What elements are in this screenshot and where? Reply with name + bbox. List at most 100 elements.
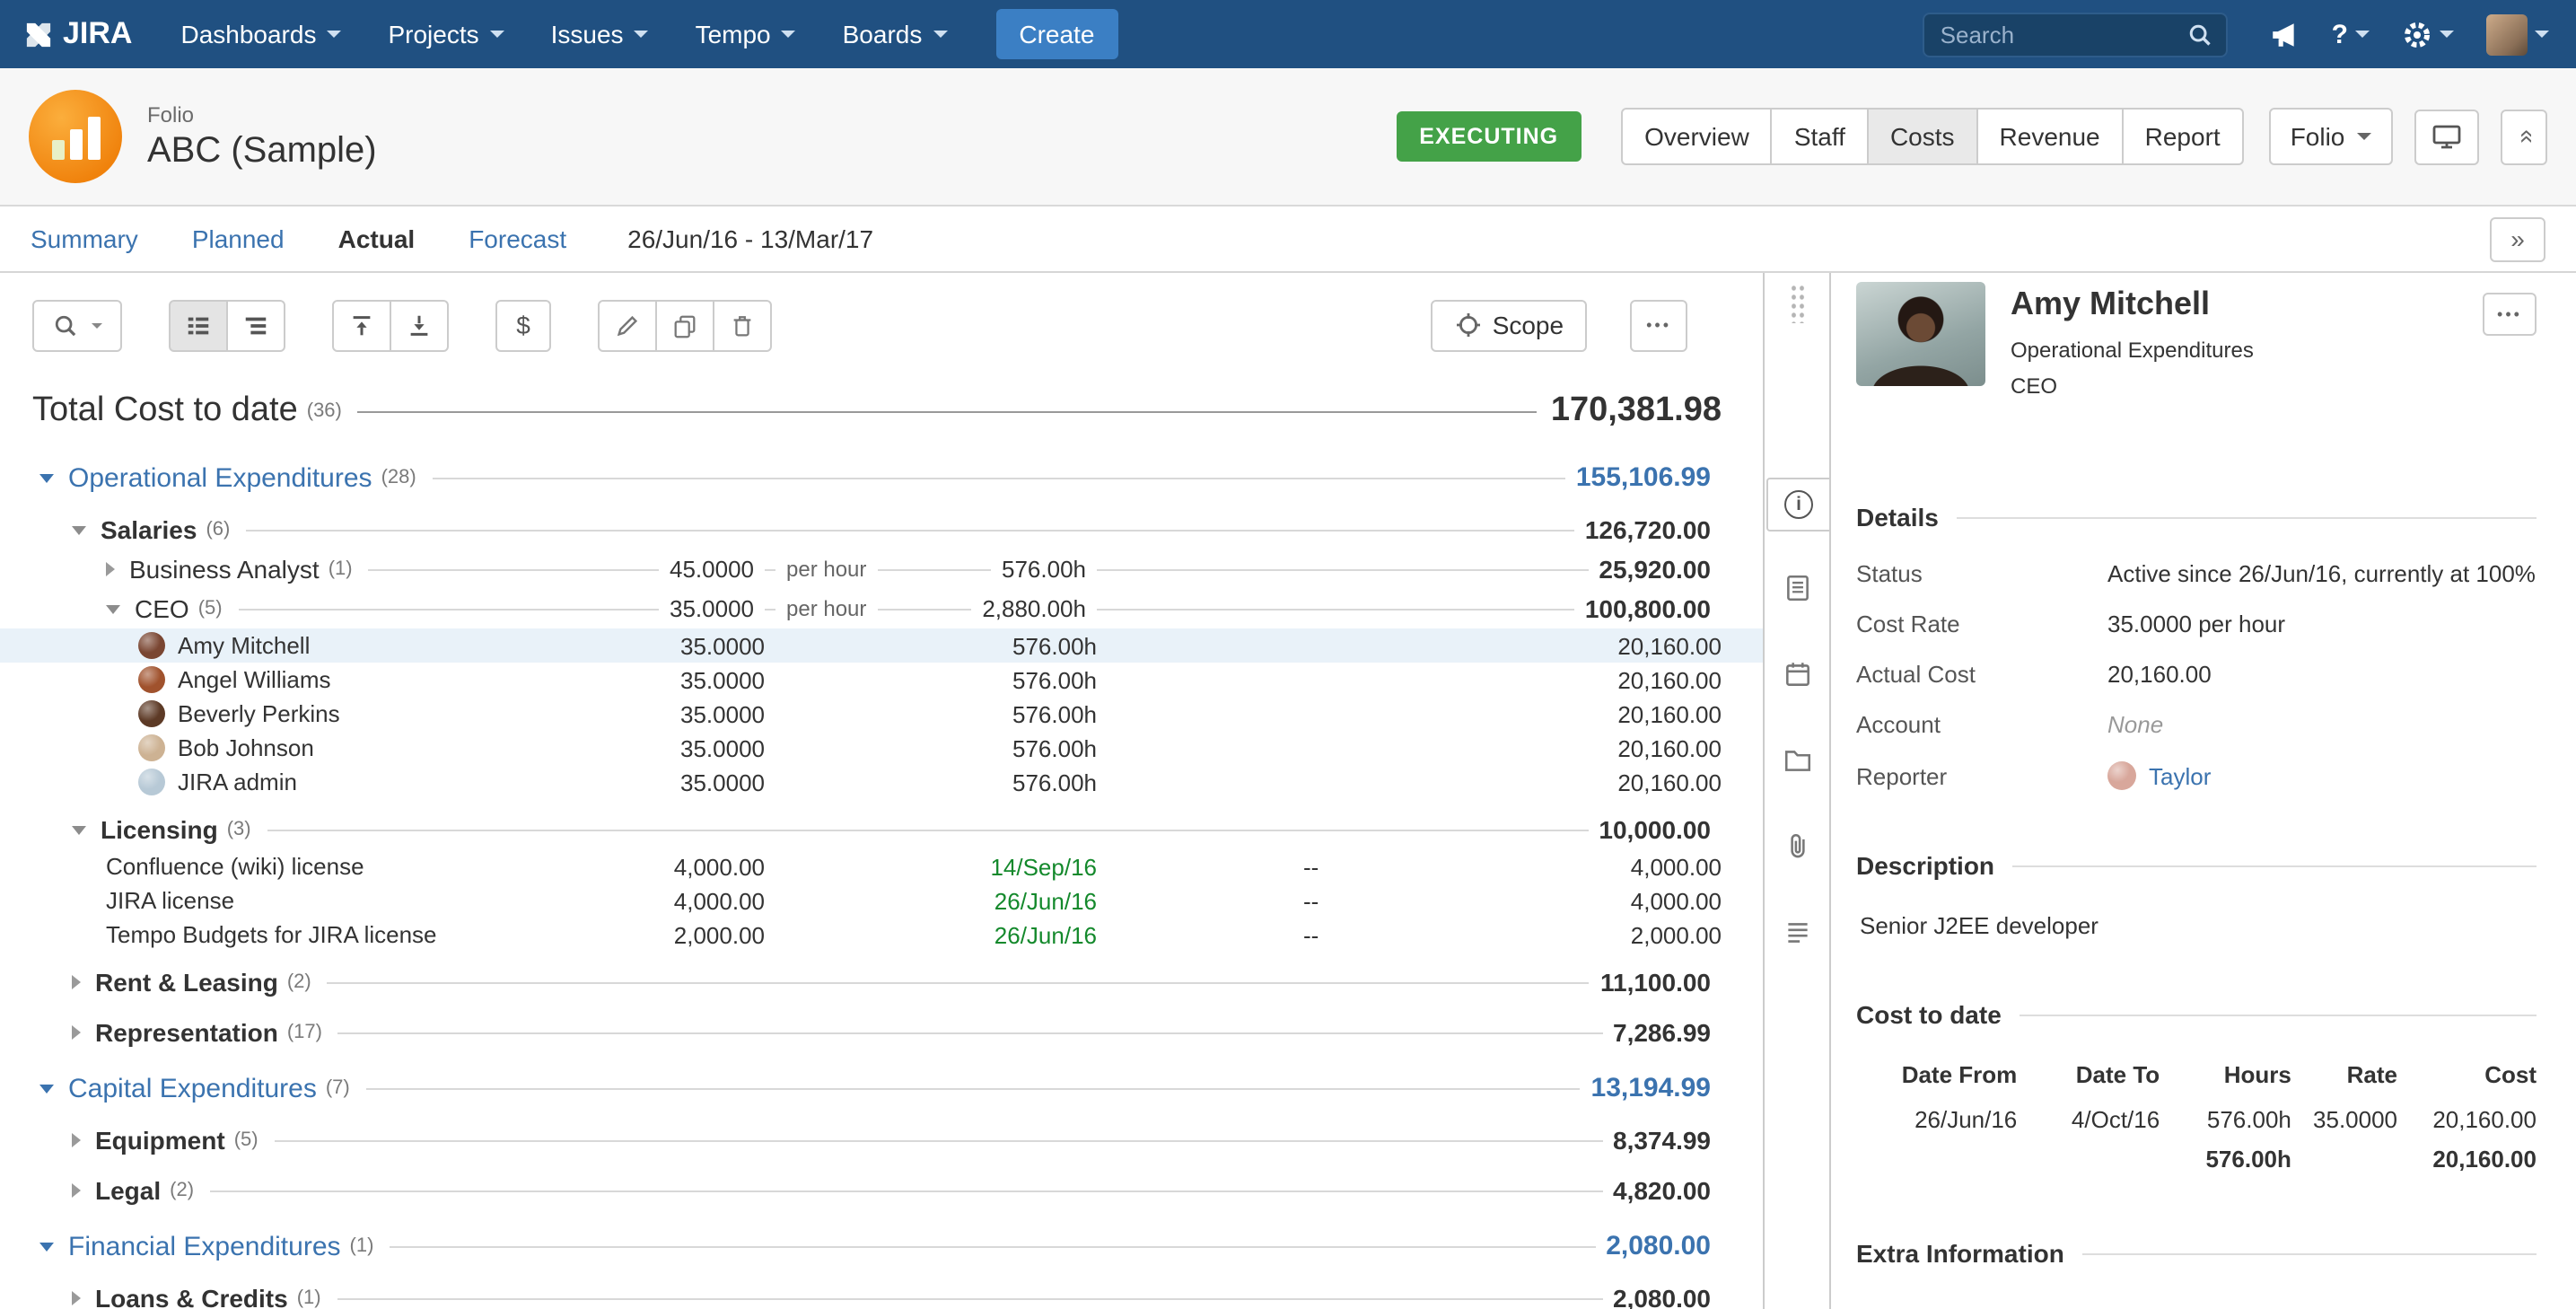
edit-button[interactable] [598,299,657,351]
attachments-tab[interactable] [1782,830,1812,862]
collapse-row-icon[interactable] [72,525,86,534]
table-search-button[interactable] [32,299,122,351]
cost-row-jira-admin[interactable]: JIRA admin35.0000576.00h20,160.00 [0,765,1763,799]
person-more-button[interactable]: ••• [2483,293,2537,336]
cost-row-capital-expenditures[interactable]: Capital Expenditures(7)13,194.99 [0,1067,1763,1110]
cost-row-licensing[interactable]: Licensing(3)10,000.00 [0,810,1763,849]
cost-row-ceo[interactable]: CEO(5)35.0000per hour2,880.00h100,800.00 [0,589,1763,628]
cost-row-representation[interactable]: Representation(17)7,286.99 [0,1013,1763,1052]
tab-costs[interactable]: Costs [1867,108,1978,165]
delete-button[interactable] [713,299,772,351]
cost-row-angel-williams[interactable]: Angel Williams35.0000576.00h20,160.00 [0,663,1763,697]
subnav-summary[interactable]: Summary [31,224,138,253]
avatar [138,666,165,693]
cost-row-financial-expenditures[interactable]: Financial Expenditures(1)2,080.00 [0,1225,1763,1268]
nav-menu-tempo[interactable]: Tempo [672,0,819,68]
collapse-row-icon[interactable] [39,1242,54,1251]
folder-tab[interactable] [1782,743,1812,776]
grouped-view-button[interactable] [169,299,228,351]
col-hours: 576.00h [1012,734,1097,761]
folio-menu-button[interactable]: Folio [2269,108,2394,165]
tab-revenue[interactable]: Revenue [1976,108,2124,165]
cost-row-equipment[interactable]: Equipment(5)8,374.99 [0,1120,1763,1160]
row-label: JIRA license [106,887,234,914]
expand-row-icon[interactable] [72,1025,81,1040]
expand-row-icon[interactable] [72,1183,81,1198]
row-label-wrap: Operational Expenditures(28) [0,456,433,499]
tab-overview[interactable]: Overview [1621,108,1773,165]
expand-row-icon[interactable] [72,975,81,989]
cost-row-jira-license[interactable]: JIRA license4,000.0026/Jun/16--4,000.00 [0,883,1763,918]
flat-view-button[interactable] [226,299,285,351]
settings-menu[interactable] [2386,0,2470,68]
row-label: CEO [135,594,189,623]
col-rate: 45.0000 [659,556,765,583]
presentation-mode-button[interactable] [2414,109,2479,164]
folio-tab-group: OverviewStaffCostsRevenueReport [1621,108,2244,165]
cost-row-rent-leasing[interactable]: Rent & Leasing(2)11,100.00 [0,962,1763,1002]
subnav-planned[interactable]: Planned [192,224,285,253]
cost-row-salaries[interactable]: Salaries(6)126,720.00 [0,510,1763,549]
nav-menu-label: Dashboards [180,20,316,48]
row-count: (28) [381,467,416,488]
expand-row-icon[interactable] [72,1133,81,1147]
notes-tab[interactable] [1782,916,1812,948]
user-menu[interactable] [2470,0,2549,68]
cost-row-bob-johnson[interactable]: Bob Johnson35.0000576.00h20,160.00 [0,731,1763,765]
nav-menu-projects[interactable]: Projects [364,0,527,68]
row-label-wrap: Confluence (wiki) license [0,849,381,883]
search-input[interactable] [1937,19,2186,49]
cost-row-beverly-perkins[interactable]: Beverly Perkins35.0000576.00h20,160.00 [0,697,1763,731]
collapse-row-icon[interactable] [106,604,120,613]
cost-row-confluence-wiki-license[interactable]: Confluence (wiki) license4,000.0014/Sep/… [0,849,1763,883]
scope-button[interactable]: Scope [1432,299,1587,351]
tab-staff[interactable]: Staff [1771,108,1869,165]
folio-menu-label: Folio [2291,122,2345,151]
col-hours: 2,880.00h [971,595,1097,622]
expand-panel-button[interactable]: » [2490,216,2545,261]
cost-row-tempo-budgets-for-jira-license[interactable]: Tempo Budgets for JIRA license2,000.0026… [0,918,1763,952]
calendar-tab[interactable] [1782,657,1812,690]
help-menu[interactable]: ? [2316,0,2386,68]
collapse-header-button[interactable]: » [2501,109,2547,164]
subnav-links: Summary Planned Actual Forecast [31,224,620,253]
detail-label: Reporter [1856,762,2107,789]
subnav-forecast[interactable]: Forecast [469,224,566,253]
currency-button[interactable]: $ [495,299,551,351]
announcement-button[interactable] [2253,0,2316,68]
expand-all-button[interactable] [390,299,449,351]
nav-menu-issues[interactable]: Issues [528,0,672,68]
nav-menu-group: Dashboards ProjectsIssuesTempoBoards [157,0,970,68]
document-tab[interactable] [1782,571,1812,603]
cost-row-legal[interactable]: Legal(2)4,820.00 [0,1171,1763,1210]
subnav-actual[interactable]: Actual [338,224,416,253]
collapse-row-icon[interactable] [39,1084,54,1093]
drag-handle-icon[interactable] [1789,284,1805,323]
nav-menu-boards[interactable]: Boards [819,0,971,68]
expand-row-icon[interactable] [72,1291,81,1305]
more-options-button[interactable]: ••• [1630,299,1687,351]
expand-row-icon[interactable] [106,562,115,576]
create-button[interactable]: Create [995,9,1117,59]
cost-row-business-analyst[interactable]: Business Analyst(1)45.0000per hour576.00… [0,549,1763,589]
jira-logo[interactable]: JIRA [25,16,132,52]
copy-button[interactable] [655,299,714,351]
detail-value[interactable]: Taylor [2107,761,2211,790]
title-block: Folio ABC (Sample) [147,101,377,171]
col-hours: 576.00h [1012,666,1097,693]
col-date: 26/Jun/16 [994,921,1097,948]
collapse-all-button[interactable] [332,299,391,351]
cost-to-date-header-row: Date FromDate ToHoursRateCost [1856,1058,2537,1103]
row-label: Representation [95,1018,278,1047]
tab-report[interactable]: Report [2122,108,2244,165]
cost-row-loans-credits[interactable]: Loans & Credits(1)2,080.00 [0,1278,1763,1309]
collapse-row-icon[interactable] [39,473,54,482]
nav-menu-dashboards[interactable]: Dashboards [157,0,364,68]
date-range[interactable]: 26/Jun/16 - 13/Mar/17 [627,224,873,253]
cost-row-operational-expenditures[interactable]: Operational Expenditures(28)155,106.99 [0,456,1763,499]
cost-row-amy-mitchell[interactable]: Amy Mitchell35.0000576.00h20,160.00 [0,628,1763,663]
collapse-row-icon[interactable] [72,825,86,834]
section-title: Description [1856,851,1994,880]
expand-collapse-group [332,299,449,351]
info-tab[interactable]: i [1766,478,1831,532]
